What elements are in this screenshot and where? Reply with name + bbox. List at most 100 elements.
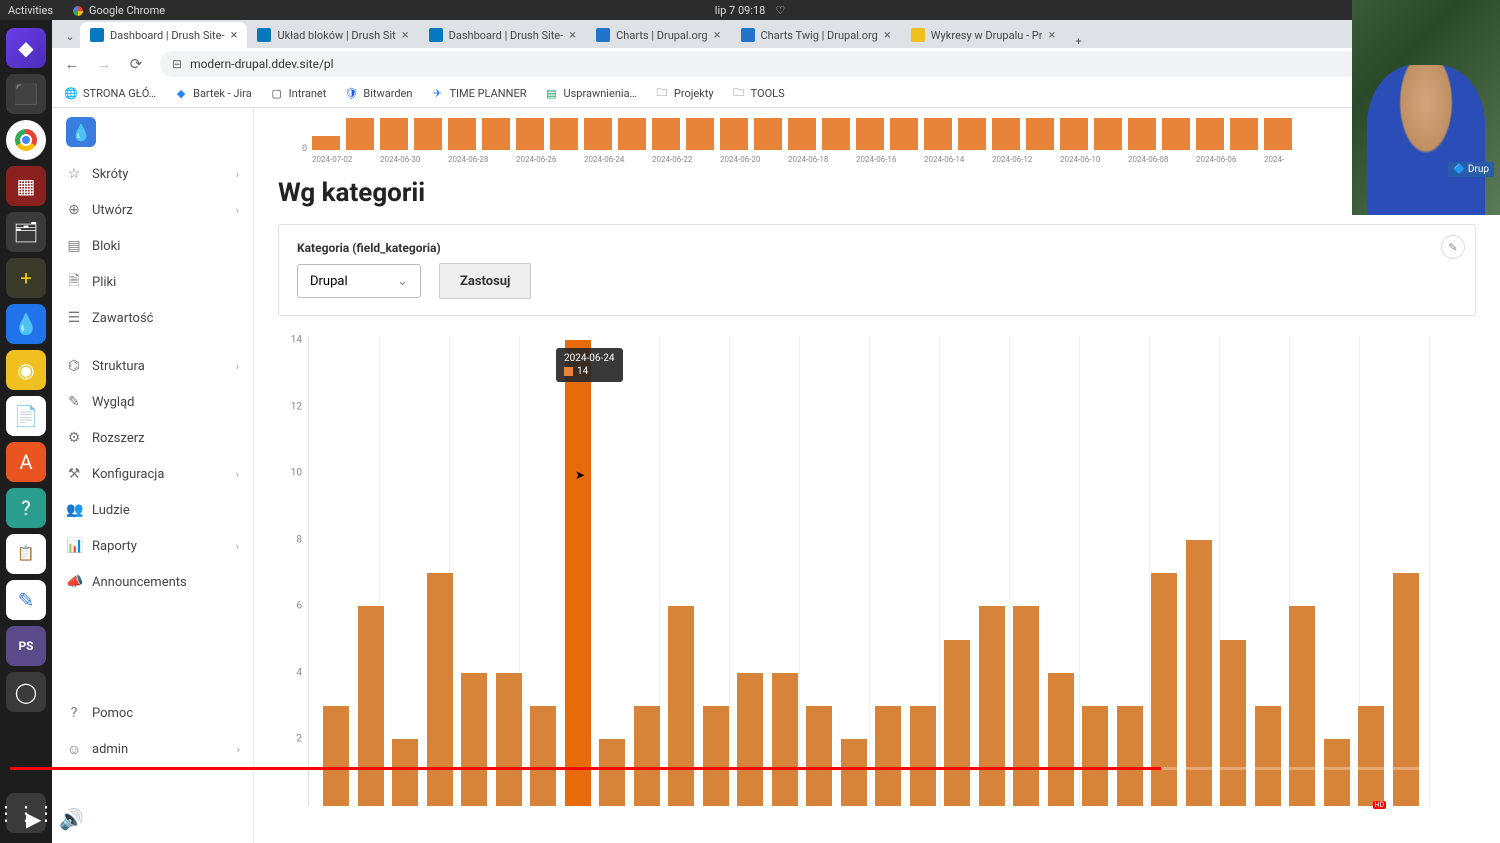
miniplayer-icon[interactable]: ▣ (1396, 807, 1415, 831)
mini-bar[interactable] (1162, 118, 1190, 150)
category-select[interactable]: Drupal ⌄ (297, 264, 421, 298)
mini-bar[interactable] (414, 118, 442, 150)
sidebar-item[interactable]: 🗎Pliki (52, 264, 253, 300)
drupal-logo[interactable]: 💧 (52, 108, 253, 156)
mini-bar[interactable] (516, 118, 544, 150)
browser-tab[interactable]: Charts | Drupal.org× (586, 22, 730, 48)
bookmark-item[interactable]: 🛡Bitwarden (344, 87, 412, 101)
bookmark-item[interactable]: ✈TIME PLANNER (430, 87, 526, 101)
play-button[interactable]: ▶ (26, 807, 41, 831)
dock-app-icon[interactable]: ⬛ (6, 74, 46, 114)
mini-bar[interactable] (788, 118, 816, 150)
fullscreen-icon[interactable]: ⛶ (1470, 807, 1484, 831)
dock-app-icon[interactable]: ✎ (6, 580, 46, 620)
bookmark-item[interactable]: ▢Intranet (270, 87, 327, 101)
close-icon[interactable]: × (402, 28, 409, 43)
dock-app-icon[interactable]: ◉ (6, 350, 46, 390)
volume-icon[interactable]: 🔊 (59, 807, 84, 831)
mini-bar[interactable] (1094, 118, 1122, 150)
sidebar-item[interactable]: ☺admin› (52, 731, 254, 767)
mini-bar[interactable] (822, 118, 850, 150)
mini-bar[interactable] (1230, 118, 1258, 150)
sidebar-item[interactable]: ⊕Utwórz› (52, 192, 253, 228)
sidebar-item[interactable]: 📣Announcements (52, 564, 253, 600)
dock-files-icon[interactable]: 🗂 (6, 212, 46, 252)
close-icon[interactable]: × (569, 28, 576, 43)
dock-obs-icon[interactable]: ◯ (6, 672, 46, 712)
site-controls-icon[interactable]: ⊟ (172, 57, 182, 71)
clock[interactable]: lip 7 09:18 (715, 4, 766, 17)
mini-bar[interactable] (720, 118, 748, 150)
chart-bar[interactable] (565, 340, 591, 806)
mini-bar[interactable] (652, 118, 680, 150)
edit-icon[interactable]: ✎ (1441, 235, 1465, 259)
dock-app-icon[interactable]: 📋 (6, 534, 46, 574)
mini-bar[interactable] (1128, 118, 1156, 150)
active-app[interactable]: Google Chrome (73, 4, 165, 17)
dock-app-icon[interactable]: A (6, 442, 46, 482)
video-progress-bar[interactable] (10, 767, 1452, 770)
reload-button[interactable]: ⟳ (124, 55, 148, 73)
close-icon[interactable]: × (1048, 28, 1055, 43)
back-button[interactable]: ← (60, 55, 84, 73)
browser-tab[interactable]: Wykresy w Drupalu - Pr× (901, 22, 1066, 48)
sidebar-item[interactable]: ▤Bloki (52, 228, 253, 264)
dock-app-icon[interactable]: + (6, 258, 46, 298)
mini-bar[interactable] (686, 118, 714, 150)
dock-phpstorm-icon[interactable]: PS (6, 626, 46, 666)
close-icon[interactable]: × (884, 28, 891, 43)
new-tab-button[interactable]: + (1065, 35, 1091, 48)
mini-bar[interactable] (482, 118, 510, 150)
mini-bar[interactable] (890, 118, 918, 150)
mini-bar[interactable] (1196, 118, 1224, 150)
mini-bar[interactable] (992, 118, 1020, 150)
mini-bar[interactable] (380, 118, 408, 150)
bookmark-item[interactable]: 🌐STRONA GŁÓ… (64, 87, 156, 101)
forward-button[interactable]: → (92, 55, 116, 73)
sidebar-item[interactable]: ⚙Rozszerz (52, 420, 253, 456)
sidebar-item[interactable]: ⚒Konfiguracja› (52, 456, 253, 492)
mini-bar[interactable] (550, 118, 578, 150)
dock-chrome-icon[interactable] (6, 120, 46, 160)
notification-icon[interactable]: ♡ (775, 4, 785, 17)
subtitles-icon[interactable]: ⊟ (1325, 807, 1342, 831)
apply-button[interactable]: Zastosuj (439, 263, 531, 299)
sidebar-item[interactable]: 📊Raporty› (52, 528, 253, 564)
mini-bar[interactable] (754, 118, 782, 150)
mini-bar[interactable] (1026, 118, 1054, 150)
bookmark-item[interactable]: 🗀Projekty (655, 87, 714, 101)
close-icon[interactable]: × (714, 28, 721, 43)
mini-bar[interactable] (584, 118, 612, 150)
sidebar-item[interactable]: 👥Ludzie (52, 492, 253, 528)
mini-bar[interactable] (346, 118, 374, 150)
tab-search-icon[interactable]: ⌄ (60, 24, 80, 48)
browser-tab[interactable]: Dashboard | Drush Site-× (80, 22, 247, 48)
settings-icon[interactable]: ⚙HD (1360, 807, 1378, 831)
activities-label[interactable]: Activities (8, 4, 53, 17)
sidebar-item[interactable]: ⌬Struktura› (52, 348, 253, 384)
mini-bar[interactable] (924, 118, 952, 150)
mini-bar[interactable] (1264, 118, 1292, 150)
bookmark-item[interactable]: ◆Bartek - Jira (174, 87, 252, 101)
sidebar-item[interactable]: ?Pomoc (52, 695, 254, 731)
sidebar-item[interactable]: ☆Skróty› (52, 156, 253, 192)
mini-bar[interactable] (312, 136, 340, 150)
dock-app-icon[interactable]: ▦ (6, 166, 46, 206)
mini-bar[interactable] (856, 118, 884, 150)
browser-tab[interactable]: Charts Twig | Drupal.org× (731, 22, 901, 48)
dock-app-icon[interactable]: ◆ (6, 28, 46, 68)
address-bar[interactable]: ⊟ modern-drupal.ddev.site/pl (160, 51, 1404, 77)
sidebar-item[interactable]: ✎Wygląd (52, 384, 253, 420)
mini-bar[interactable] (448, 118, 476, 150)
dock-help-icon[interactable]: ? (6, 488, 46, 528)
mini-bar[interactable] (1060, 118, 1088, 150)
sidebar-item[interactable]: ☰Zawartość (52, 300, 253, 336)
theater-icon[interactable]: ▭ (1433, 807, 1452, 831)
bookmark-item[interactable]: ▤Usprawnienia… (544, 87, 636, 101)
browser-tab[interactable]: Dashboard | Drush Site-× (419, 22, 586, 48)
mini-bar[interactable] (618, 118, 646, 150)
browser-tab[interactable]: Układ bloków | Drush Sit× (247, 22, 418, 48)
dock-app-icon[interactable]: 💧 (6, 304, 46, 344)
mini-bar[interactable] (958, 118, 986, 150)
close-icon[interactable]: × (231, 28, 238, 43)
